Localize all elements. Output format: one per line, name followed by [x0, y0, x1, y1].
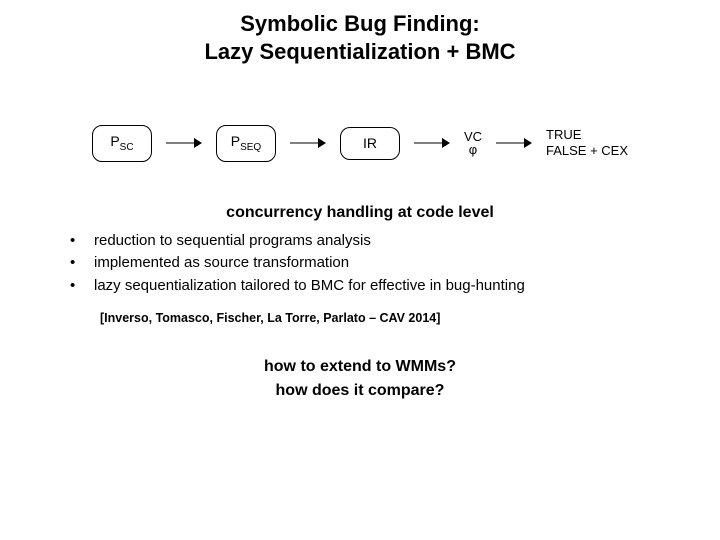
- box-p-sc: PSC: [92, 125, 152, 162]
- p-seq-sub: SEQ: [240, 142, 261, 153]
- box-p-seq: PSEQ: [216, 125, 276, 162]
- vc-bot: φ: [469, 142, 477, 157]
- question-2: how does it compare?: [276, 382, 445, 399]
- bullet-icon: •: [70, 252, 94, 275]
- bullet-icon: •: [70, 275, 94, 298]
- p-sc-base: P: [110, 133, 119, 149]
- bullet-text: reduction to sequential programs analysi…: [94, 230, 371, 253]
- slide-title: Symbolic Bug Finding: Lazy Sequentializa…: [0, 0, 720, 65]
- bullet-icon: •: [70, 230, 94, 253]
- ir-label: IR: [363, 135, 377, 151]
- list-item: • reduction to sequential programs analy…: [70, 230, 720, 253]
- title-line-1: Symbolic Bug Finding:: [240, 11, 480, 36]
- question-1: how to extend to WMMs?: [264, 358, 456, 375]
- box-ir: IR: [340, 127, 400, 160]
- questions-block: how to extend to WMMs? how does it compa…: [0, 355, 720, 403]
- arrow-icon: [496, 136, 532, 150]
- pipeline-diagram: PSC PSEQ IR VC φ TRUE FALSE + CEX: [0, 125, 720, 162]
- arrow-icon: [166, 136, 202, 150]
- section-subtitle: concurrency handling at code level: [0, 204, 720, 222]
- vc-node: VC φ: [464, 130, 482, 157]
- bullet-text: lazy sequentialization tailored to BMC f…: [94, 275, 525, 298]
- p-seq-base: P: [231, 133, 240, 149]
- bullet-list: • reduction to sequential programs analy…: [70, 230, 720, 298]
- result-true: TRUE: [546, 127, 581, 142]
- arrow-icon: [414, 136, 450, 150]
- p-sc-sub: SC: [120, 142, 134, 153]
- list-item: • implemented as source transformation: [70, 252, 720, 275]
- bullet-text: implemented as source transformation: [94, 252, 349, 275]
- arrow-icon: [290, 136, 326, 150]
- title-line-2: Lazy Sequentialization + BMC: [204, 39, 515, 64]
- citation-text: [Inverso, Tomasco, Fischer, La Torre, Pa…: [100, 311, 720, 325]
- list-item: • lazy sequentialization tailored to BMC…: [70, 275, 720, 298]
- result-false: FALSE + CEX: [546, 143, 628, 158]
- result-node: TRUE FALSE + CEX: [546, 127, 628, 160]
